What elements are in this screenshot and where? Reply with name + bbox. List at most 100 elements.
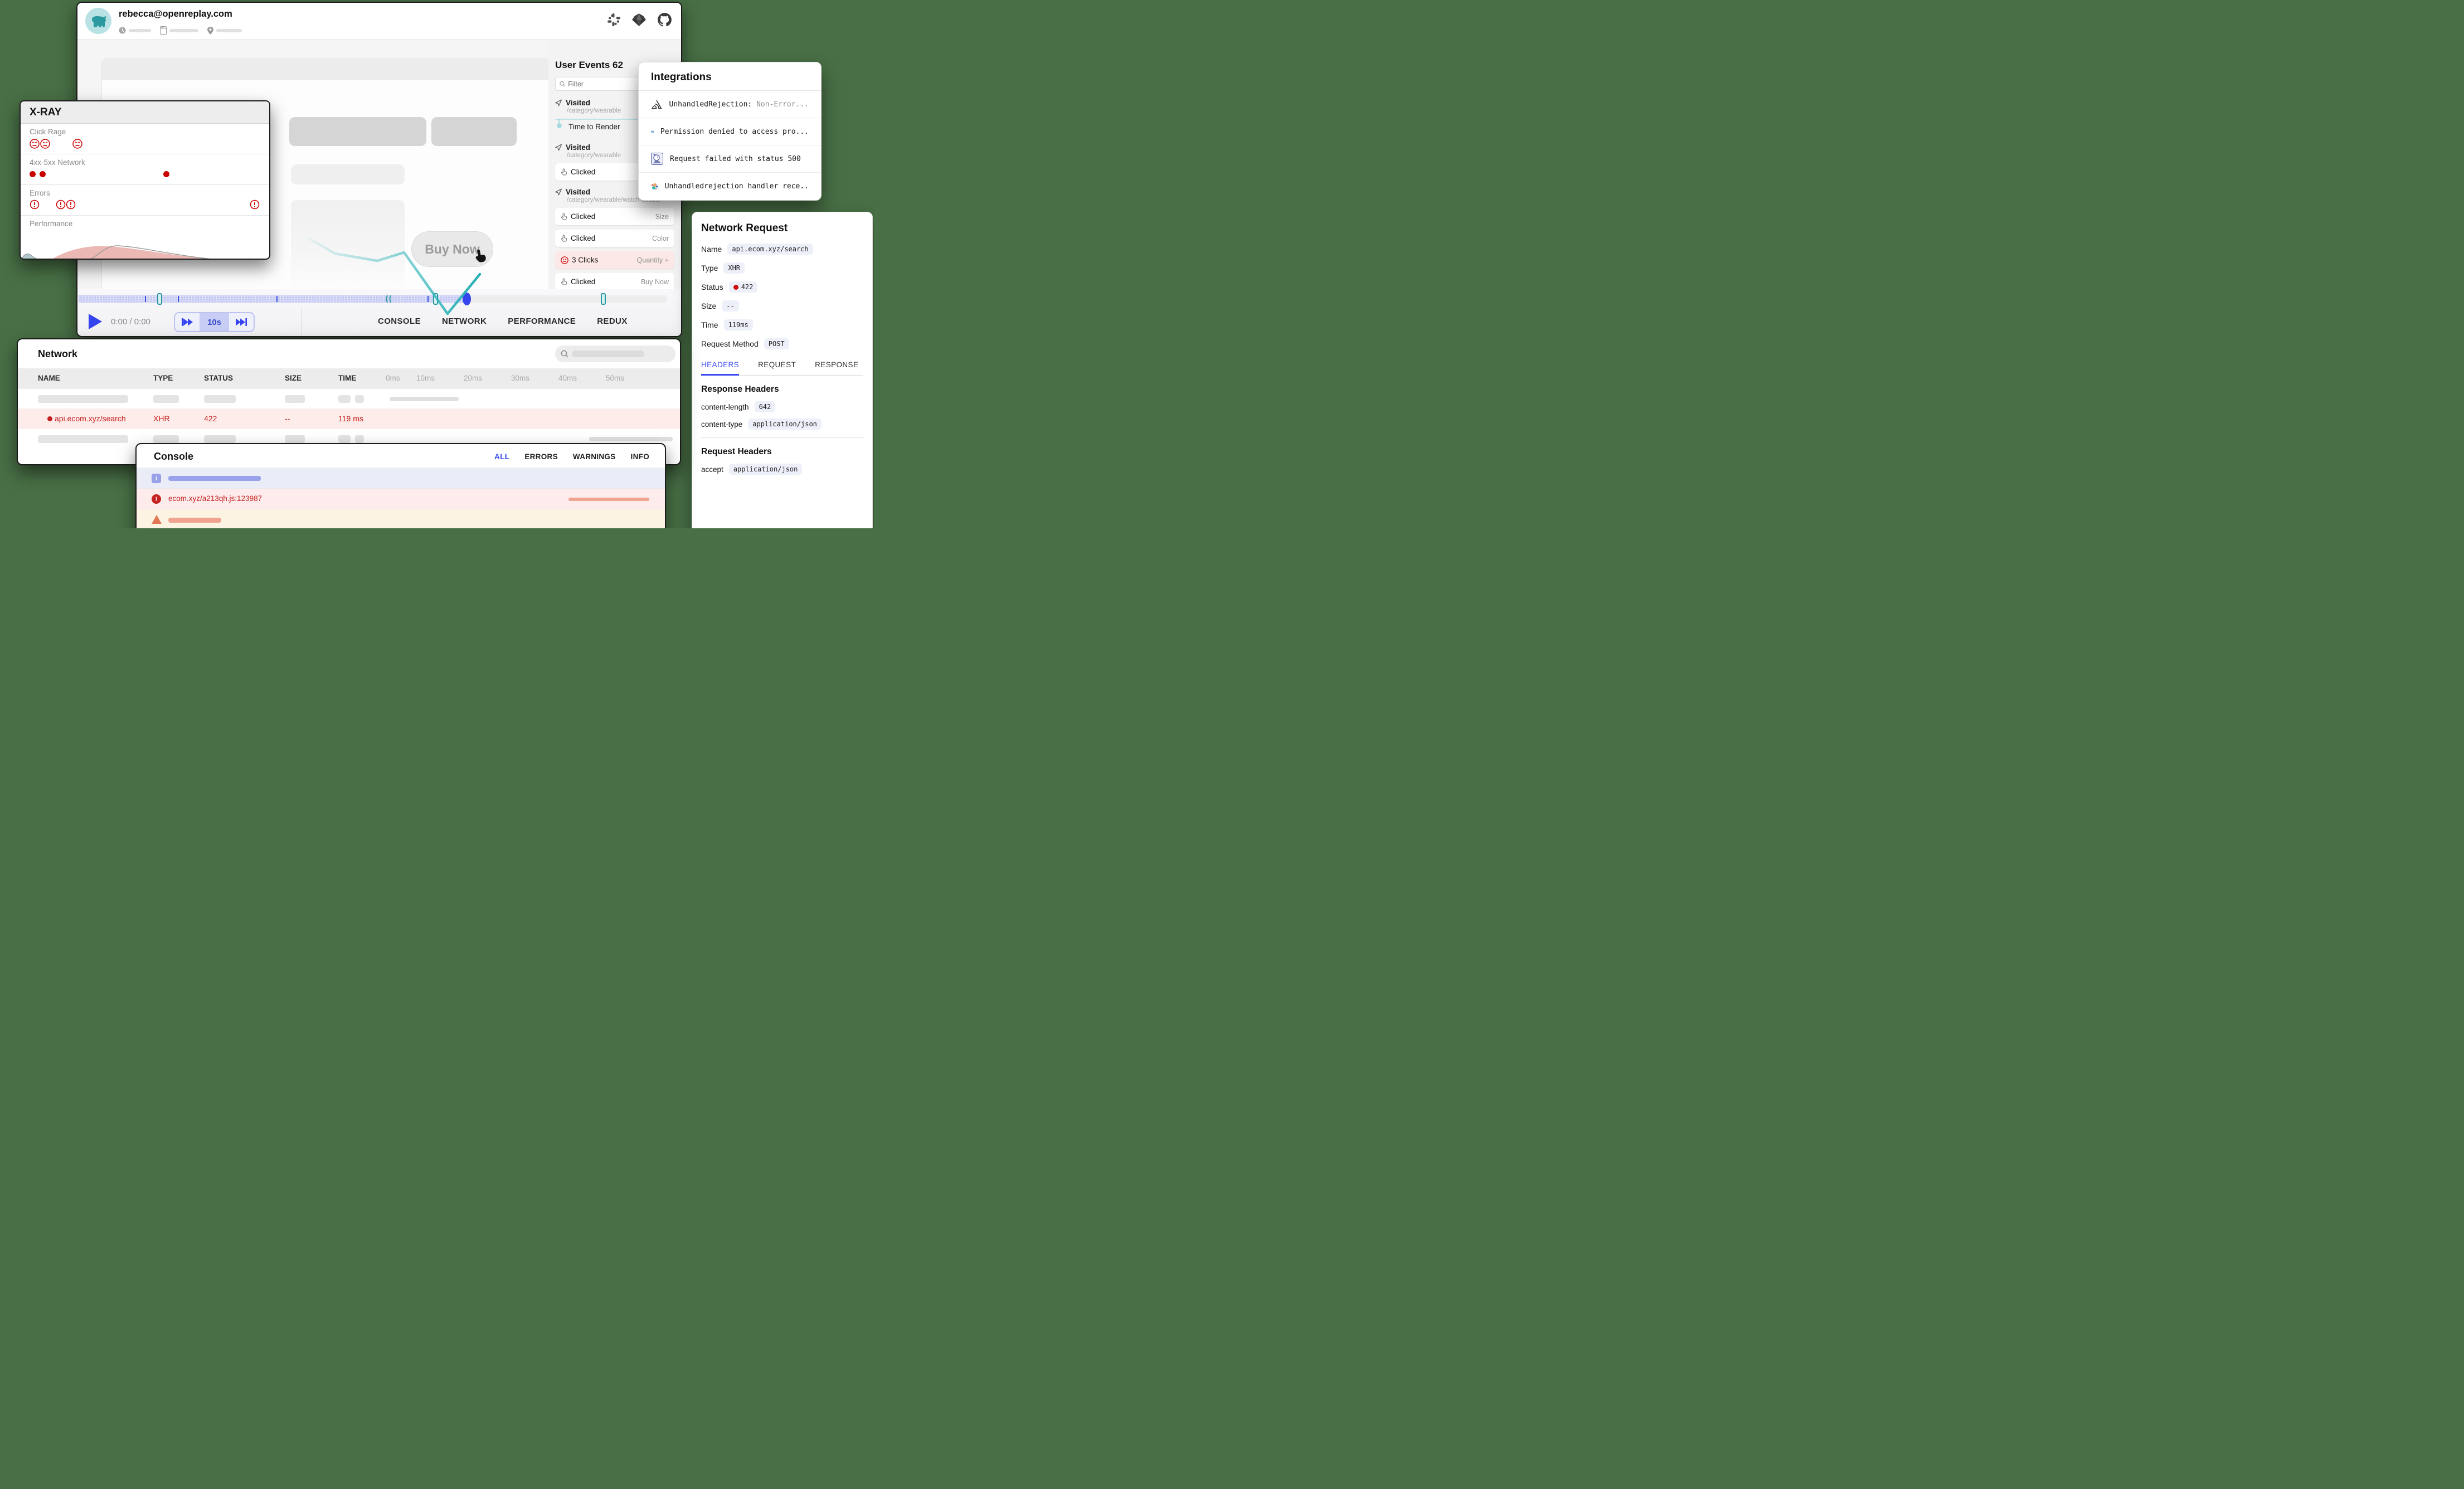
header-key: content-type — [701, 420, 742, 429]
skeleton-bar — [285, 395, 305, 403]
play-button[interactable] — [89, 314, 102, 329]
col-name[interactable]: NAME — [38, 374, 60, 382]
tab-redux[interactable]: REDUX — [597, 317, 628, 326]
session-meta-row — [119, 26, 242, 35]
tab-request[interactable]: REQUEST — [758, 361, 796, 375]
event-clicked-color[interactable]: Clicked Color — [555, 230, 674, 247]
skip-interval-label[interactable]: 10s — [200, 313, 229, 331]
event-label: 3 Clicks — [572, 256, 598, 264]
field-value-chip: 119ms — [724, 319, 753, 330]
event-label: Clicked — [571, 278, 595, 286]
error-icon[interactable] — [30, 199, 40, 210]
integration-message: UnhandledRejection: Non-Error... — [669, 100, 809, 109]
skeleton-bar — [355, 435, 364, 443]
sketch-icon[interactable] — [631, 12, 647, 27]
tab-all[interactable]: ALL — [494, 452, 509, 461]
network-row-skeleton[interactable] — [18, 388, 680, 408]
tab-console[interactable]: CONSOLE — [378, 317, 421, 326]
console-log-error[interactable]: ! ecom.xyz/a213qh.js:123987 — [137, 489, 665, 509]
network-error-dot[interactable] — [30, 171, 36, 177]
tab-performance[interactable]: PERFORMANCE — [508, 317, 576, 326]
rage-face-icon[interactable] — [72, 138, 83, 149]
col-size[interactable]: SIZE — [285, 374, 302, 382]
skip-forward-button[interactable] — [229, 313, 254, 331]
log-placeholder — [168, 518, 221, 523]
event-target: Color — [652, 235, 669, 242]
event-clicked-size[interactable]: Clicked Size — [555, 208, 674, 225]
skip-back-button[interactable] — [175, 313, 200, 331]
skeleton-block — [291, 164, 405, 184]
col-time[interactable]: TIME — [338, 374, 356, 382]
field-label: Type — [701, 264, 718, 273]
rage-click-icon — [561, 256, 568, 264]
event-rage-clicks[interactable]: 3 Clicks Quantity + — [555, 251, 674, 269]
header-row: content-type application/json — [701, 419, 863, 430]
browser-window-icon — [160, 26, 167, 35]
timeline-issue-marker[interactable] — [433, 293, 438, 305]
tab-headers[interactable]: HEADERS — [701, 361, 739, 376]
timeline-event-tick — [276, 296, 278, 302]
event-clicked-buynow[interactable]: Clicked Buy Now — [555, 273, 674, 289]
tab-response[interactable]: RESPONSE — [815, 361, 858, 375]
tab-errors[interactable]: ERRORS — [524, 452, 558, 461]
console-log-warning[interactable] — [137, 509, 665, 528]
session-duration — [119, 27, 151, 34]
integrations-window: Integrations UnhandledRejection: Non-Err… — [638, 62, 822, 201]
integration-rollbar-row[interactable]: Permission denied to access pro... — [639, 118, 821, 145]
error-icon[interactable] — [250, 199, 260, 210]
tab-warnings[interactable]: WARNINGS — [573, 452, 616, 461]
console-log-info[interactable]: i — [137, 468, 665, 489]
visited-icon — [555, 188, 562, 196]
skeleton-bar — [338, 435, 351, 443]
header-key: content-length — [701, 403, 749, 411]
click-icon — [561, 168, 567, 176]
error-icons[interactable] — [56, 199, 76, 210]
network-row-error[interactable]: api.ecom.xyz/search XHR 422 -- 119 ms — [18, 408, 680, 429]
skeleton-block — [431, 117, 517, 146]
player-timeline[interactable] — [79, 295, 667, 303]
network-search[interactable] — [555, 346, 675, 362]
search-icon — [561, 350, 568, 358]
integration-elastic-row[interactable]: Unhandledrejection handler rece.. — [639, 173, 821, 200]
field-name: Name api.ecom.xyz/search — [701, 244, 863, 255]
response-headers-title: Response Headers — [701, 385, 863, 395]
timeline-event-tick — [145, 296, 146, 302]
github-icon[interactable] — [657, 12, 672, 27]
skeleton-bar — [338, 395, 351, 403]
sentry-icon — [651, 99, 663, 110]
error-icon: ! — [152, 494, 161, 504]
timeline-issue-marker[interactable] — [601, 293, 606, 305]
col-status[interactable]: STATUS — [204, 374, 233, 382]
timeline-quote-marker — [385, 295, 392, 303]
tab-info[interactable]: INFO — [631, 452, 649, 461]
integration-datadog-row[interactable]: Request failed with status 500 — [639, 145, 821, 173]
network-error-dot[interactable] — [40, 171, 46, 177]
field-value-chip: XHR — [723, 262, 745, 274]
rage-face-icons[interactable] — [30, 138, 51, 149]
col-type[interactable]: TYPE — [153, 374, 173, 382]
playhead[interactable] — [463, 293, 471, 305]
integration-sentry-row[interactable]: UnhandledRejection: Non-Error... — [639, 91, 821, 118]
playback-time: 0:00 / 0:00 — [111, 317, 150, 327]
buy-now-button[interactable]: Buy Now — [411, 231, 493, 267]
tick-0ms: 0ms — [386, 374, 400, 382]
xray-click-rage-row: Click Rage — [21, 124, 269, 154]
tab-network[interactable]: NETWORK — [442, 317, 487, 326]
slack-icon[interactable] — [607, 13, 621, 27]
xray-title: X-RAY — [21, 101, 269, 124]
rhino-icon — [90, 14, 107, 28]
section-divider — [701, 437, 863, 438]
event-label: Visited — [566, 188, 590, 196]
request-headers-title: Request Headers — [701, 447, 863, 457]
event-label: Clicked — [571, 168, 595, 176]
header-value-chip: application/json — [748, 419, 822, 430]
network-error-dot[interactable] — [163, 171, 169, 177]
event-label: Time to Render — [568, 123, 620, 131]
skeleton-bar — [285, 435, 305, 443]
skeleton-bar — [153, 435, 179, 443]
timeline-issue-marker[interactable] — [157, 293, 162, 305]
timeline-dot — [557, 123, 562, 128]
skeleton-bar — [204, 435, 236, 443]
event-target: Buy Now — [641, 278, 669, 286]
skeleton-bar — [355, 395, 364, 403]
